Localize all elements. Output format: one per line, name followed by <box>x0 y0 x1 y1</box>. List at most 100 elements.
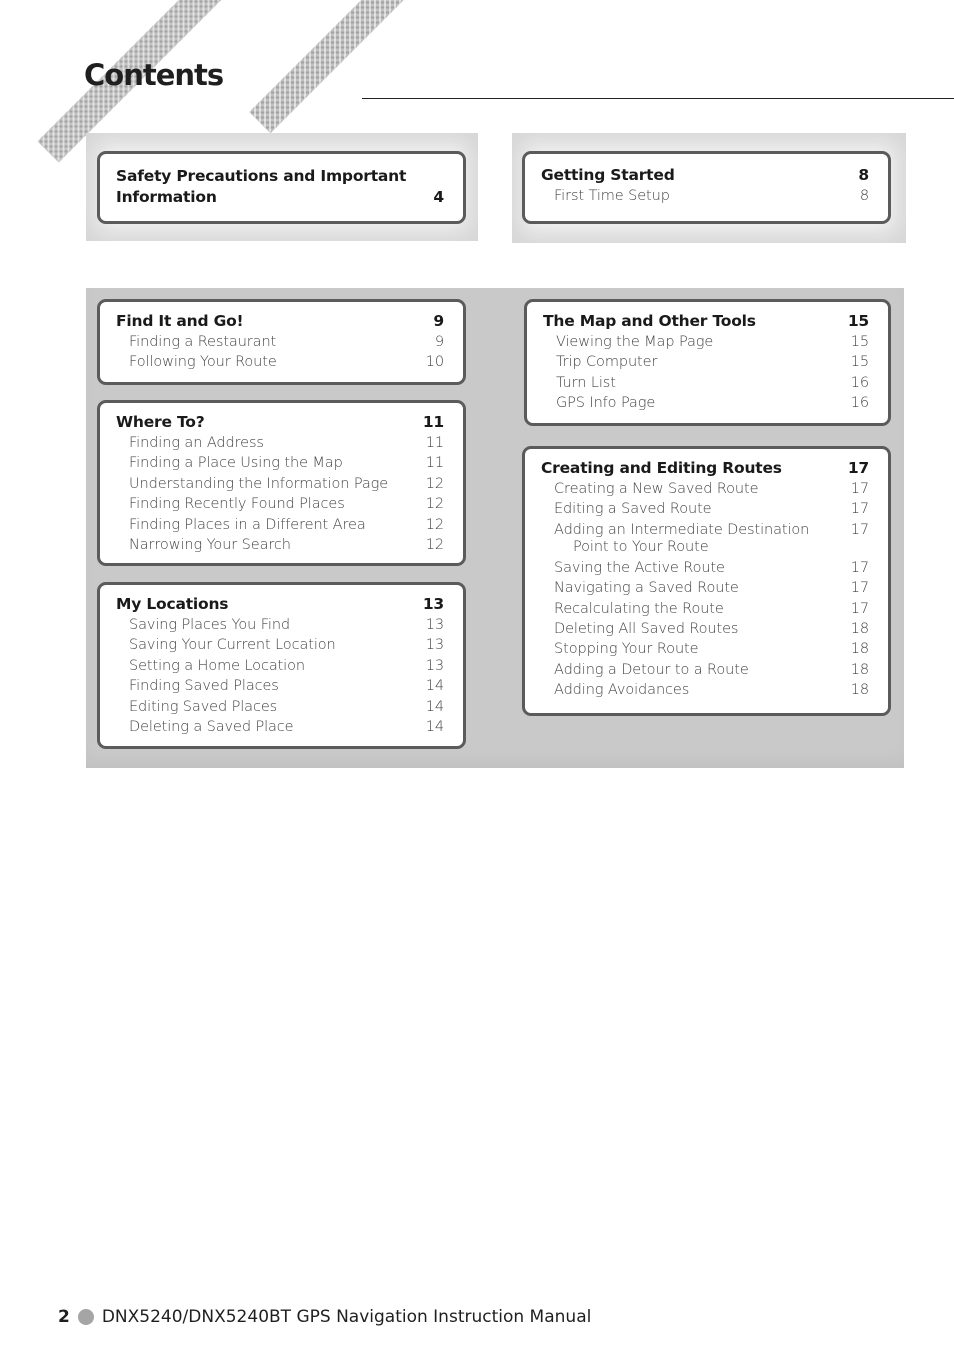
toc-heading[interactable]: Where To? 11 <box>116 412 444 433</box>
toc-heading-label: My Locations <box>116 595 229 613</box>
toc-entry[interactable]: Finding a Place Using the Map 11 <box>116 453 444 473</box>
toc-entry-label: Creating a New Saved Route <box>554 481 759 497</box>
toc-entry-label: Finding an Address <box>129 435 264 451</box>
toc-entry-label: Adding Avoidances <box>554 682 690 699</box>
toc-page-number: 13 <box>422 595 444 613</box>
toc-entry[interactable]: Adding an Intermediate Destination 17 Po… <box>541 520 869 558</box>
toc-entry[interactable]: Finding an Address 11 <box>116 433 444 453</box>
toc-entry-label: Adding a Detour to a Route <box>554 661 749 678</box>
toc-section-creating-and-editing-routes: Creating and Editing Routes 17 Creating … <box>522 446 891 716</box>
toc-page-number: 18 <box>850 621 869 638</box>
toc-heading-label: Getting Started <box>541 166 675 184</box>
footer-manual-title: DNX5240/DNX5240BT GPS Navigation Instruc… <box>101 1307 592 1327</box>
toc-entry[interactable]: Stopping Your Route 18 <box>541 639 869 659</box>
toc-page-number: 12 <box>425 475 444 492</box>
toc-entry-label: Editing Saved Places <box>129 698 278 715</box>
toc-entry[interactable]: Saving Places You Find 13 <box>116 615 444 635</box>
toc-page-number: 13 <box>425 637 444 654</box>
toc-entry[interactable]: Saving the Active Route 17 <box>541 558 869 578</box>
toc-entry-label: Finding Places in a Different Area <box>129 516 366 533</box>
toc-entry[interactable]: Trip Computer 15 <box>543 352 869 372</box>
toc-entry[interactable]: Deleting a Saved Place 14 <box>116 717 444 737</box>
toc-page-number: 12 <box>425 516 444 533</box>
toc-page-number: 8 <box>858 166 869 184</box>
toc-heading-label: Where To? <box>116 413 205 431</box>
toc-entry-label: Adding an Intermediate Destination <box>554 521 810 538</box>
toc-entry-label: Stopping Your Route <box>554 641 699 658</box>
toc-heading-label: Information <box>116 188 217 206</box>
toc-entry-label: Setting a Home Location <box>129 657 305 674</box>
page-footer: 2 DNX5240/DNX5240BT GPS Navigation Instr… <box>58 1307 591 1327</box>
toc-entry-label: Turn List <box>556 374 616 391</box>
toc-section-where-to: Where To? 11 Finding an Address 11 Findin… <box>97 400 466 566</box>
toc-heading-label: Find It and Go! <box>116 312 244 330</box>
toc-entry[interactable]: Creating a New Saved Route 17 <box>541 479 869 499</box>
toc-section-map-and-other-tools: The Map and Other Tools 15 Viewing the M… <box>524 299 891 426</box>
page-title: Contents <box>84 58 224 92</box>
toc-entry-label: Saving the Active Route <box>554 559 725 576</box>
toc-entry-label: First Time Setup <box>554 188 670 204</box>
toc-entry[interactable]: Setting a Home Location 13 <box>116 656 444 676</box>
toc-page-number: 15 <box>850 334 869 350</box>
bullet-dot-icon <box>77 1309 94 1325</box>
toc-section-safety: Safety Precautions and Important Informa… <box>97 151 466 224</box>
toc-page-number: 11 <box>422 413 444 431</box>
toc-section-my-locations: My Locations 13 Saving Places You Find 13… <box>97 582 466 749</box>
toc-entry-label: GPS Info Page <box>556 395 656 412</box>
toc-page-number: 17 <box>850 521 869 538</box>
toc-heading[interactable]: My Locations 13 <box>116 594 444 615</box>
toc-entry[interactable]: Viewing the Map Page 15 <box>543 332 869 352</box>
decorative-tire-track <box>249 0 451 134</box>
toc-page-number: 4 <box>433 188 444 206</box>
toc-page-number: 10 <box>425 354 444 371</box>
toc-heading[interactable]: Creating and Editing Routes 17 <box>541 458 869 479</box>
toc-entry[interactable]: Saving Your Current Location 13 <box>116 635 444 655</box>
toc-entry-label: Following Your Route <box>129 354 277 371</box>
toc-entry-label: Finding Recently Found Places <box>129 496 345 513</box>
toc-page-number: 17 <box>850 501 869 518</box>
toc-entry[interactable]: Understanding the Information Page 12 <box>116 474 444 494</box>
toc-page-number: 18 <box>850 641 869 658</box>
toc-entry-label: Finding a Restaurant <box>129 334 277 350</box>
toc-entry-label: Viewing the Map Page <box>556 334 714 350</box>
toc-entry[interactable]: Finding a Restaurant 9 <box>116 332 444 352</box>
toc-entry[interactable]: Turn List 16 <box>543 373 869 393</box>
toc-page-number: 11 <box>425 435 444 451</box>
toc-page-number: 16 <box>850 374 869 391</box>
toc-page-number: 14 <box>425 719 444 736</box>
toc-entry-label: Deleting a Saved Place <box>129 719 294 736</box>
toc-heading[interactable]: Safety Precautions and Important Informa… <box>116 163 444 208</box>
toc-entry[interactable]: Finding Saved Places 14 <box>116 676 444 696</box>
toc-entry-label-continuation: Point to Your Route <box>573 538 709 555</box>
toc-entry[interactable]: GPS Info Page 16 <box>543 393 869 413</box>
toc-entry-label: Trip Computer <box>556 354 658 371</box>
toc-entry[interactable]: Finding Recently Found Places 12 <box>116 494 444 514</box>
toc-page-number: 13 <box>425 617 444 633</box>
toc-page-number: 11 <box>425 455 444 472</box>
toc-entry[interactable]: Recalculating the Route 17 <box>541 599 869 619</box>
toc-entry[interactable]: Narrowing Your Search 12 <box>116 535 444 555</box>
toc-entry-label: Saving Your Current Location <box>129 637 336 654</box>
toc-section-getting-started: Getting Started 8 First Time Setup 8 <box>522 151 891 224</box>
toc-entry[interactable]: Following Your Route 10 <box>116 352 444 372</box>
toc-entry[interactable]: Adding a Detour to a Route 18 <box>541 660 869 680</box>
toc-section-find-it-and-go: Find It and Go! 9 Finding a Restaurant 9… <box>97 299 466 385</box>
toc-heading-label: Safety Precautions and Important <box>116 167 407 185</box>
toc-heading[interactable]: The Map and Other Tools 15 <box>543 311 869 332</box>
toc-page-number: 16 <box>850 395 869 412</box>
toc-page-number: 15 <box>850 354 869 371</box>
toc-entry[interactable]: First Time Setup 8 <box>541 186 869 206</box>
toc-entry[interactable]: Navigating a Saved Route 17 <box>541 578 869 598</box>
toc-entry[interactable]: Editing Saved Places 14 <box>116 697 444 717</box>
toc-entry[interactable]: Adding Avoidances 18 <box>541 680 869 700</box>
toc-entry[interactable]: Editing a Saved Route 17 <box>541 499 869 519</box>
toc-entry[interactable]: Deleting All Saved Routes 18 <box>541 619 869 639</box>
toc-page-number: 17 <box>850 600 869 617</box>
toc-heading[interactable]: Find It and Go! 9 <box>116 311 444 332</box>
toc-page-number: 18 <box>850 661 869 678</box>
toc-page-number: 17 <box>847 459 869 477</box>
toc-entry[interactable]: Finding Places in a Different Area 12 <box>116 515 444 535</box>
footer-page-number: 2 <box>58 1307 70 1327</box>
toc-heading[interactable]: Getting Started 8 <box>541 165 869 186</box>
toc-page-number: 17 <box>850 580 869 597</box>
